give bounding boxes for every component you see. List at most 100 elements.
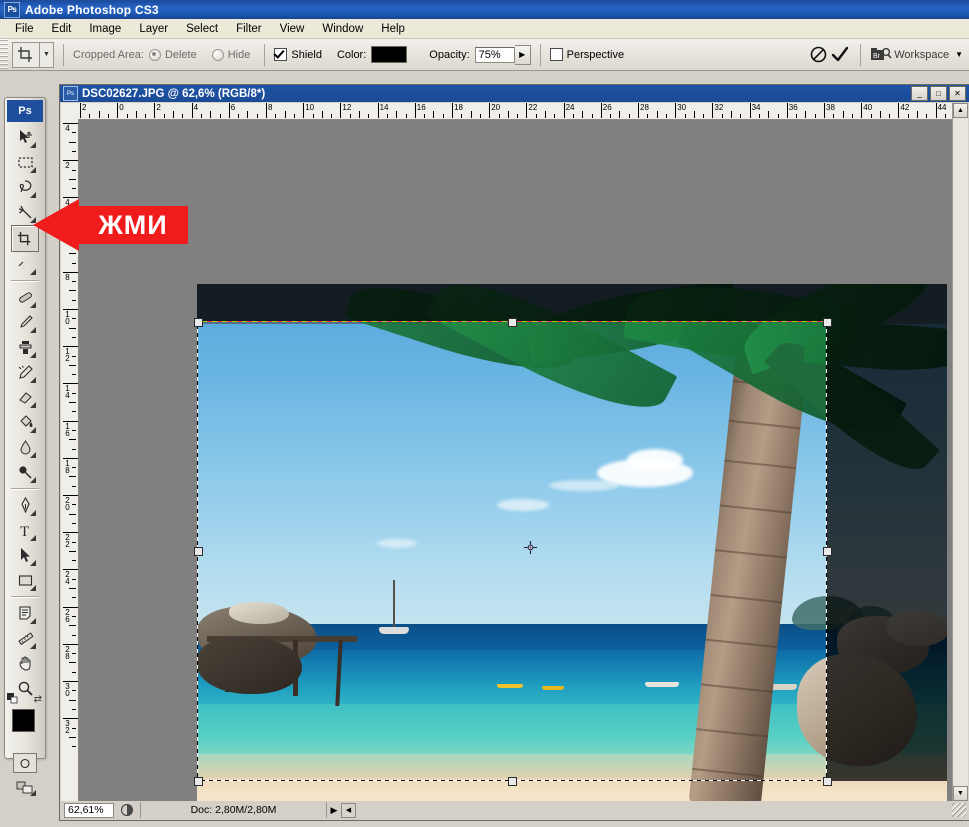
photoshop-window: Ps Adobe Photoshop CS3 File Edit Image L… [0, 0, 969, 827]
canvas-area[interactable] [79, 120, 968, 803]
toolbox-header[interactable]: Ps [7, 100, 43, 122]
scroll-down-button[interactable]: ▼ [953, 786, 968, 801]
tool-lasso[interactable] [12, 175, 38, 200]
tool-blur[interactable] [12, 435, 38, 460]
ruler-tick-minor [777, 114, 779, 118]
ruler-tick-minor [907, 114, 909, 118]
crop-handle-middle-right [823, 547, 832, 556]
ruler-tick-minor [72, 169, 76, 171]
menu-item-help[interactable]: Help [372, 21, 414, 37]
opacity-field-group[interactable]: ▶ [474, 44, 531, 65]
ruler-label: 4 [193, 103, 199, 112]
toolbox-divider-2 [11, 488, 39, 490]
ruler-label: 38 [826, 103, 835, 112]
opacity-input[interactable] [474, 46, 515, 63]
tool-clone-stamp[interactable] [12, 335, 38, 360]
quick-mask-mode-icon[interactable] [13, 753, 37, 773]
menu-item-view[interactable]: View [271, 21, 314, 37]
ruler-tick-minor [69, 513, 76, 515]
cloud [377, 539, 417, 548]
cancel-crop-button[interactable] [807, 44, 829, 66]
tool-healing-brush[interactable] [12, 285, 38, 310]
tool-brush[interactable] [12, 310, 38, 335]
ruler-tick-major [600, 103, 602, 118]
horizontal-ruler[interactable]: 2 0 2 4 6 8 10 12 14 16 18 20 22 24 26 28 30 32 34 36 38 40 42… [78, 103, 968, 120]
cropped-area-delete-radio[interactable] [148, 48, 161, 61]
cropped-area-hide-radio[interactable] [211, 48, 224, 61]
ruler-tick-major [824, 103, 825, 118]
ruler-tick-minor [200, 114, 202, 118]
menu-item-window[interactable]: Window [313, 21, 372, 37]
tool-path-selection[interactable] [12, 543, 38, 568]
ruler-tick-major [749, 103, 751, 118]
opacity-stepper-chevron-right-icon[interactable]: ▶ [514, 44, 531, 65]
commit-crop-button[interactable] [829, 44, 851, 66]
ruler-label: 20 [65, 496, 70, 512]
minimize-button[interactable]: _ [911, 86, 928, 101]
ruler-tick-major [191, 103, 193, 118]
ruler-tick-minor [693, 111, 695, 118]
tool-rectangle-shape[interactable] [12, 568, 38, 593]
ruler-tick-major [563, 103, 565, 118]
options-bar-grip[interactable] [0, 39, 8, 70]
shield-checkbox[interactable] [274, 48, 288, 61]
default-colors-icon[interactable] [7, 693, 18, 707]
ruler-tick-minor [219, 114, 221, 118]
crop-handle-middle-left [194, 547, 203, 556]
tool-eraser[interactable] [12, 385, 38, 410]
tool-notes[interactable] [12, 601, 38, 626]
ruler-tick-minor [69, 327, 76, 329]
ruler-tick-major [303, 103, 305, 118]
ruler-tick-minor [359, 111, 360, 118]
menu-item-filter[interactable]: Filter [227, 21, 271, 37]
ruler-tick-minor [72, 281, 76, 283]
status-menu-arrow-icon[interactable]: ▶ [327, 802, 341, 818]
cloud [627, 449, 683, 471]
tool-eyedropper-ruler[interactable] [12, 626, 38, 651]
shield-color-swatch[interactable] [371, 46, 408, 63]
tool-pen[interactable] [12, 493, 38, 518]
ruler-tick-minor [72, 708, 76, 710]
ruler-label: 32 [65, 719, 70, 736]
foreground-color-swatch[interactable] [12, 709, 35, 732]
status-preview-icon[interactable] [116, 801, 138, 819]
tool-move[interactable] [12, 125, 38, 150]
workspace-chevron-down-icon[interactable]: ▼ [955, 50, 963, 59]
ruler-label: 2 [156, 103, 161, 112]
ruler-tick-minor [69, 476, 76, 478]
tool-slice[interactable] [12, 252, 38, 277]
status-left-arrow-icon[interactable]: ◀ [341, 802, 356, 818]
close-button[interactable]: ✕ [949, 86, 966, 101]
menu-item-layer[interactable]: Layer [130, 21, 177, 37]
zoom-level-input[interactable]: 62,61% [64, 802, 114, 818]
workspace-label[interactable]: Workspace [894, 49, 949, 61]
menu-item-edit[interactable]: Edit [43, 21, 81, 37]
ruler-tick-minor [572, 114, 574, 118]
perspective-checkbox[interactable] [549, 48, 563, 61]
maximize-button[interactable]: □ [930, 86, 947, 101]
canvas-vertical-scrollbar[interactable]: ▲ ▼ [952, 103, 968, 801]
tool-paint-bucket[interactable] [12, 410, 38, 435]
tool-rectangular-marquee[interactable] [12, 150, 38, 175]
tool-dodge[interactable] [12, 460, 38, 485]
ruler-tick-minor [72, 653, 76, 655]
menu-item-select[interactable]: Select [177, 21, 227, 37]
document-title-bar[interactable]: Ps DSC02627.JPG @ 62,6% (RGB/8*) _ □ ✕ [60, 85, 969, 102]
menu-item-image[interactable]: Image [80, 21, 130, 37]
menu-item-file[interactable]: File [6, 21, 43, 37]
scroll-up-button[interactable]: ▲ [953, 103, 968, 118]
ruler-corner[interactable] [61, 103, 79, 120]
screen-mode-icon[interactable] [12, 778, 38, 798]
ruler-tick-major [377, 103, 379, 118]
tool-history-brush[interactable] [12, 360, 38, 385]
ruler-tick-minor [69, 253, 76, 255]
tool-hand[interactable] [12, 651, 38, 676]
tool-horizontal-type[interactable]: T [12, 518, 38, 543]
ruler-tick-minor [210, 111, 212, 118]
swap-colors-icon[interactable]: ⇄ [34, 694, 42, 705]
ruler-label: 12 [342, 103, 352, 112]
resize-grip[interactable] [952, 803, 966, 817]
tool-preset-picker-chevron-down-icon[interactable]: ▼ [40, 41, 54, 68]
go-to-bridge-icon[interactable]: Br [870, 44, 892, 66]
sailboat-mast [393, 580, 395, 628]
